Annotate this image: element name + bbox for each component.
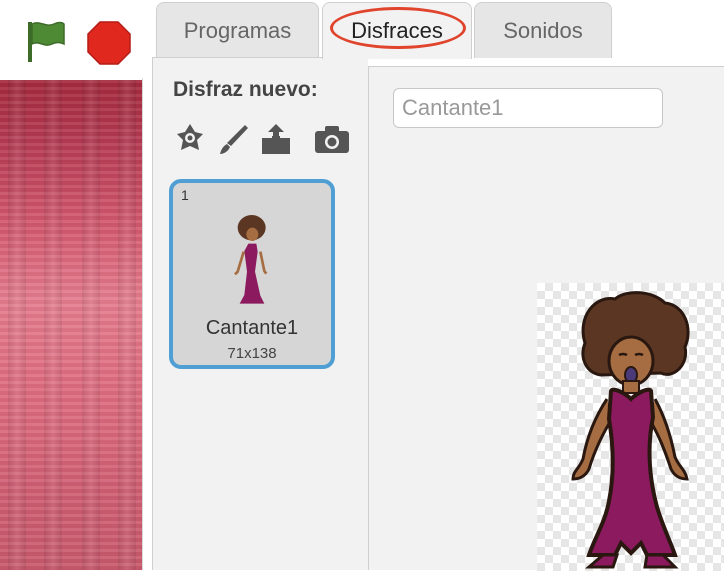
stage-toolbar	[0, 0, 143, 78]
paint-from-library-icon[interactable]	[171, 120, 209, 158]
costume-size-label: 71x138	[227, 345, 277, 362]
tabs-bar: Programas Disfraces Sonidos	[152, 0, 724, 59]
costume-name-label: Cantante1	[205, 317, 299, 339]
costume-list-pane: Disfraz nuevo: 1 Cantante1 71x138	[152, 57, 368, 570]
paint-canvas[interactable]	[537, 283, 724, 571]
green-flag-icon[interactable]	[22, 18, 68, 64]
costume-thumbnail-image	[223, 203, 283, 315]
stop-icon[interactable]	[86, 20, 132, 66]
new-costume-label: Disfraz nuevo:	[173, 78, 318, 101]
costume-name-input[interactable]	[393, 88, 663, 128]
tab-sonidos[interactable]: Sonidos	[474, 2, 612, 58]
upload-icon[interactable]	[257, 120, 295, 158]
stage-view[interactable]	[0, 80, 142, 570]
singer-costume-image	[571, 291, 690, 569]
paintbrush-icon[interactable]	[215, 120, 253, 158]
tab-disfraces[interactable]: Disfraces	[322, 2, 472, 59]
camera-icon[interactable]	[313, 120, 351, 158]
costume-editor-pane	[368, 66, 724, 571]
costume-index: 1	[181, 187, 189, 203]
tab-programas[interactable]: Programas	[156, 2, 319, 58]
costume-thumbnail[interactable]: 1 Cantante1 71x138	[169, 179, 335, 369]
stage-pane	[0, 0, 143, 570]
